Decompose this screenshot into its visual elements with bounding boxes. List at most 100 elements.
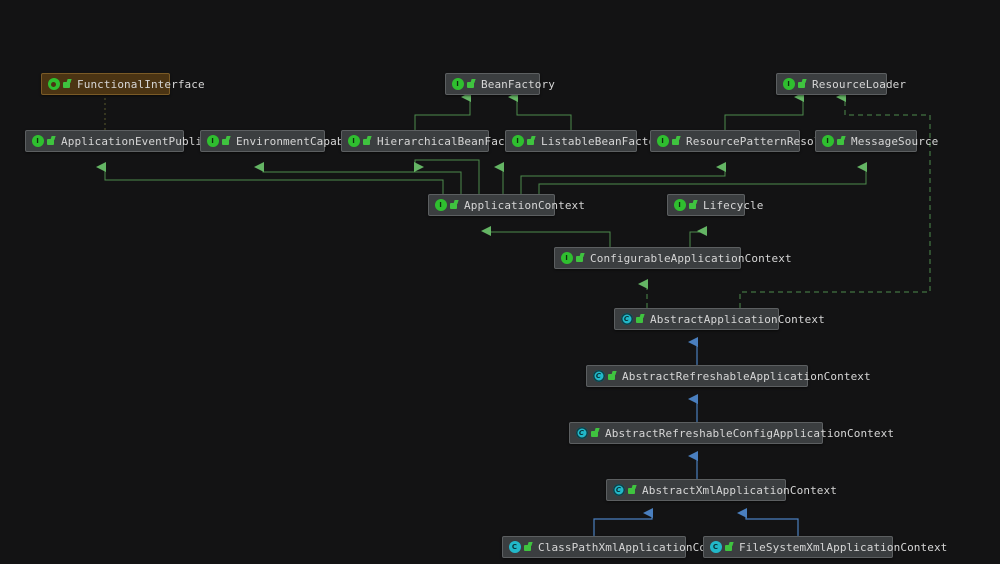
node-label: BeanFactory [481, 77, 555, 91]
node-icon-group [560, 252, 585, 265]
interface-icon [206, 135, 219, 148]
public-visibility-icon [222, 136, 231, 147]
node-listablebeanfactory[interactable]: ListableBeanFactory [505, 130, 669, 152]
edge-abstractapplicationcontext-resourceloader [739, 92, 931, 308]
interface-icon [511, 135, 524, 148]
node-label: AbstractRefreshableConfigApplicationCont… [605, 426, 895, 440]
node-icon-group [673, 199, 698, 212]
public-visibility-icon [363, 136, 372, 147]
node-label: ResourceLoader [812, 77, 907, 91]
node-applicationcontext[interactable]: ApplicationContext [428, 194, 585, 216]
node-icon-group [709, 541, 734, 554]
public-visibility-icon [628, 485, 637, 496]
edge-hierarchicalbeanfactory-beanfactory [414, 92, 471, 130]
public-visibility-icon [798, 79, 807, 90]
uml-diagram-canvas[interactable]: FunctionalInterface BeanFactory Resource… [0, 0, 1000, 564]
public-visibility-icon [524, 542, 533, 553]
node-label: AbstractXmlApplicationContext [642, 483, 837, 497]
node-hierarchicalbeanfactory[interactable]: HierarchicalBeanFactory [341, 130, 532, 152]
node-classpathxmlapplicationcontext[interactable]: ClassPathXmlApplicationContext [502, 536, 740, 558]
edge-applicationcontext-messagesource [538, 162, 867, 194]
class-icon [508, 541, 521, 554]
node-label: FunctionalInterface [77, 77, 205, 91]
node-icon-group [821, 135, 846, 148]
node-label: AbstractApplicationContext [650, 312, 825, 326]
node-abstractapplicationcontext[interactable]: AbstractApplicationContext [614, 308, 825, 330]
node-environmentcapable[interactable]: EnvironmentCapable [200, 130, 357, 152]
public-visibility-icon [672, 136, 681, 147]
public-visibility-icon [527, 136, 536, 147]
node-abstractrefreshableapplicationcontext[interactable]: AbstractRefreshableApplicationContext [586, 365, 871, 387]
public-visibility-icon [467, 79, 476, 90]
edge-filesystemxmlapplicationcontext-abstractxmlapplicationcontext [737, 508, 799, 536]
edge-classpathxmlapplicationcontext-abstractxmlapplicationcontext [593, 508, 653, 536]
interface-icon [434, 199, 447, 212]
node-messagesource[interactable]: MessageSource [815, 130, 938, 152]
node-applicationeventpublisher[interactable]: ApplicationEventPublisher [25, 130, 229, 152]
node-icon-group [612, 484, 637, 497]
public-visibility-icon [689, 200, 698, 211]
node-label: ListableBeanFactory [541, 134, 669, 148]
edge-listablebeanfactory-beanfactory [508, 92, 572, 130]
node-functionalinterface[interactable]: FunctionalInterface [41, 73, 205, 95]
interface-icon [31, 135, 44, 148]
public-visibility-icon [837, 136, 846, 147]
public-visibility-icon [591, 428, 600, 439]
node-label: ConfigurableApplicationContext [590, 251, 792, 265]
interface-icon [656, 135, 669, 148]
node-lifecycle[interactable]: Lifecycle [667, 194, 763, 216]
edge-applicationcontext-hierarchicalbeanfactory [414, 159, 480, 194]
node-label: EnvironmentCapable [236, 134, 358, 148]
public-visibility-icon [636, 314, 645, 325]
public-visibility-icon [725, 542, 734, 553]
public-visibility-icon [608, 371, 617, 382]
interface-icon [782, 78, 795, 91]
edge-resourcepatternresolver-resourceloader [724, 92, 804, 130]
node-label: AbstractRefreshableApplicationContext [622, 369, 871, 383]
public-visibility-icon [576, 253, 585, 264]
interface-icon [451, 78, 464, 91]
node-abstractxmlapplicationcontext[interactable]: AbstractXmlApplicationContext [606, 479, 837, 501]
abstract-class-icon [592, 370, 605, 383]
node-label: Lifecycle [703, 198, 764, 212]
edge-applicationcontext-applicationeventpublisher [96, 162, 444, 194]
node-icon-group [434, 199, 459, 212]
node-icon-group [592, 370, 617, 383]
node-label: MessageSource [851, 134, 939, 148]
node-icon-group [511, 135, 536, 148]
node-icon-group [47, 78, 72, 91]
public-visibility-icon [47, 136, 56, 147]
class-icon [709, 541, 722, 554]
edge-applicationcontext-resourcepatternresolver [520, 162, 726, 194]
interface-icon [347, 135, 360, 148]
node-icon-group [782, 78, 807, 91]
node-icon-group [656, 135, 681, 148]
public-visibility-icon [450, 200, 459, 211]
abstract-class-icon [612, 484, 625, 497]
node-resourcepatternresolver[interactable]: ResourcePatternResolver [650, 130, 841, 152]
node-filesystemxmlapplicationcontext[interactable]: FileSystemXmlApplicationContext [703, 536, 947, 558]
node-icon-group [451, 78, 476, 91]
node-configurableapplicationcontext[interactable]: ConfigurableApplicationContext [554, 247, 792, 269]
node-icon-group [620, 313, 645, 326]
node-icon-group [575, 427, 600, 440]
node-beanfactory[interactable]: BeanFactory [445, 73, 555, 95]
annotation-icon [47, 78, 60, 91]
interface-icon [673, 199, 686, 212]
abstract-class-icon [620, 313, 633, 326]
node-abstractrefreshableconfigapplicationcontext[interactable]: AbstractRefreshableConfigApplicationCont… [569, 422, 894, 444]
abstract-class-icon [575, 427, 588, 440]
interface-icon [560, 252, 573, 265]
node-icon-group [206, 135, 231, 148]
node-icon-group [31, 135, 56, 148]
node-resourceloader[interactable]: ResourceLoader [776, 73, 906, 95]
node-icon-group [347, 135, 372, 148]
node-icon-group [508, 541, 533, 554]
interface-icon [821, 135, 834, 148]
edge-configurableapplicationcontext-lifecycle [689, 226, 707, 247]
public-visibility-icon [63, 79, 72, 90]
node-label: ApplicationContext [464, 198, 586, 212]
edge-configurableapplicationcontext-applicationcontext [481, 226, 611, 247]
edge-applicationcontext-environmentcapable [254, 162, 462, 194]
node-label: FileSystemXmlApplicationContext [739, 540, 948, 554]
